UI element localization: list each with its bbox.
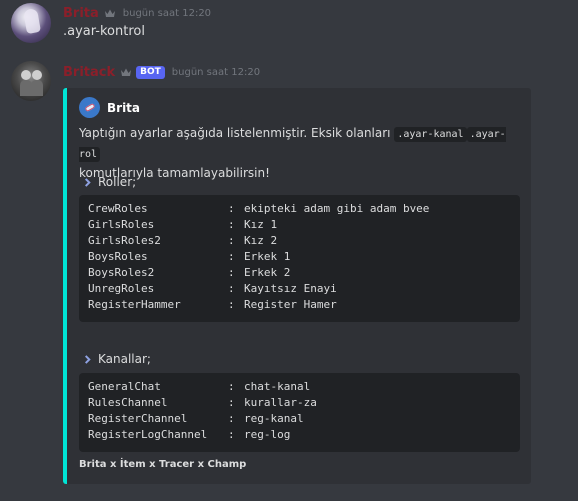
setting-value: Kız 1: [244, 218, 278, 231]
separator: :: [228, 218, 235, 231]
code-row: GirlsRoles2: Kız 2: [88, 233, 511, 249]
embed-description: Yaptığın ayarlar aşağıda listelenmiştir.…: [79, 124, 519, 183]
separator: :: [228, 412, 235, 425]
setting-key: RulesChannel: [88, 396, 168, 409]
crown-icon: [121, 68, 132, 76]
embed: Brita Yaptığın ayarlar aşağıda listelenm…: [63, 88, 531, 484]
setting-key: BoysRoles2: [88, 266, 155, 279]
roles-title-label: Roller;: [98, 175, 137, 189]
embed-author-name[interactable]: Brita: [107, 101, 140, 115]
description-text: Yaptığın ayarlar aşağıda listelenmiştir.…: [79, 126, 391, 140]
message-content: .ayar-kontrol: [63, 24, 145, 39]
setting-key: GirlsRoles: [88, 218, 155, 231]
user-avatar[interactable]: [11, 3, 51, 43]
embed-footer: Brita x İtem x Tracer x Champ: [79, 459, 247, 470]
setting-key: UnregRoles: [88, 282, 155, 295]
separator: :: [228, 250, 235, 263]
bot-avatar[interactable]: [11, 61, 51, 101]
crown-icon: [104, 9, 115, 17]
username[interactable]: Brita: [63, 6, 99, 21]
separator: :: [228, 282, 235, 295]
separator: :: [228, 234, 235, 247]
roles-codeblock: CrewRoles: ekipteki adam gibi adam bvee Gi…: [79, 195, 520, 322]
timestamp: bugün saat 12:20: [171, 66, 261, 78]
separator: :: [228, 380, 235, 393]
setting-value: Erkek 1: [244, 250, 291, 263]
setting-value: chat-kanal: [244, 380, 311, 393]
channels-title-label: Kanallar;: [98, 352, 151, 366]
setting-key: GeneralChat: [88, 380, 161, 393]
separator: :: [228, 298, 235, 311]
bot-tag: BOT: [136, 65, 165, 79]
setting-key: RegisterLogChannel: [88, 428, 208, 441]
setting-value: Erkek 2: [244, 266, 291, 279]
code-row: RegisterHammer: Register Hamer: [88, 297, 511, 313]
channels-codeblock: GeneralChat: chat-kanal RulesChannel: kural…: [79, 373, 520, 452]
timestamp: bugün saat 12:20: [122, 7, 212, 19]
setting-value: Register Hamer: [244, 298, 337, 311]
setting-value: kurallar-za: [244, 396, 317, 409]
message-header: Britack BOT bugün saat 12:20: [63, 63, 260, 81]
embed-author: Brita: [79, 97, 140, 118]
setting-key: GirlsRoles2: [88, 234, 161, 247]
embed-author-icon: [79, 97, 100, 118]
channels-title: Kanallar;: [83, 352, 151, 366]
code-row: UnregRoles: Kayıtsız Enayi: [88, 281, 511, 297]
setting-value: Kız 2: [244, 234, 278, 247]
message-header: Brita bugün saat 12:20: [63, 4, 211, 22]
inline-code: .ayar-kanal: [394, 127, 467, 142]
separator: :: [228, 396, 235, 409]
code-row: BoysRoles: Erkek 1: [88, 249, 511, 265]
code-row: RegisterLogChannel: reg-log: [88, 427, 511, 443]
setting-key: CrewRoles: [88, 202, 148, 215]
username[interactable]: Britack: [63, 65, 115, 80]
setting-value: ekipteki adam gibi adam bvee: [244, 202, 430, 215]
setting-value: reg-kanal: [244, 412, 304, 425]
chevron-right-icon: [84, 177, 91, 187]
setting-value: Kayıtsız Enayi: [244, 282, 337, 295]
setting-key: RegisterHammer: [88, 298, 181, 311]
code-row: GirlsRoles: Kız 1: [88, 217, 511, 233]
code-row: GeneralChat: chat-kanal: [88, 379, 511, 395]
separator: :: [228, 202, 235, 215]
roles-title: Roller;: [83, 175, 136, 189]
setting-key: BoysRoles: [88, 250, 148, 263]
setting-key: RegisterChannel: [88, 412, 188, 425]
code-row: CrewRoles: ekipteki adam gibi adam bvee: [88, 201, 511, 217]
separator: :: [228, 266, 235, 279]
code-row: RegisterChannel: reg-kanal: [88, 411, 511, 427]
chevron-right-icon: [84, 354, 91, 364]
code-row: BoysRoles2: Erkek 2: [88, 265, 511, 281]
separator: :: [228, 428, 235, 441]
setting-value: reg-log: [244, 428, 291, 441]
code-row: RulesChannel: kurallar-za: [88, 395, 511, 411]
